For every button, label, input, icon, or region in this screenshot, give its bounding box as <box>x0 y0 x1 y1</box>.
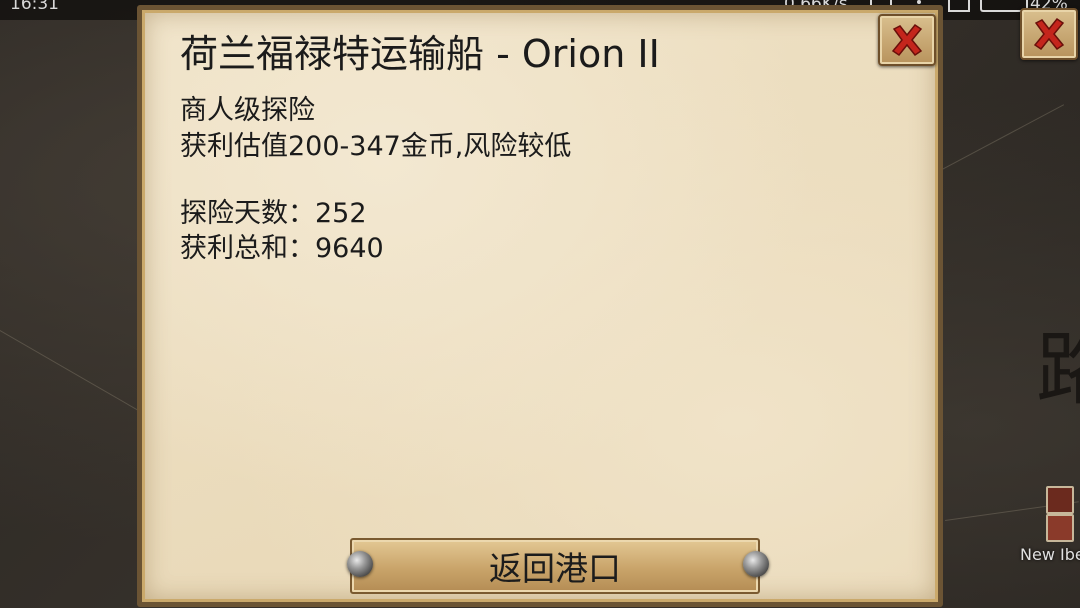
return-to-port-button[interactable]: 返回港口 <box>350 538 760 594</box>
port-flag-icon[interactable] <box>1046 514 1074 542</box>
close-x-icon <box>1033 17 1065 51</box>
map-region-label: 路 <box>1036 323 1080 416</box>
rivet-icon <box>347 551 373 577</box>
ship-info-dialog: 荷兰福禄特运输船 - Orion II 商人级探险 获利估值200-347金币,… <box>137 5 943 607</box>
profit-estimate: 获利估值200-347金币,风险较低 <box>180 131 572 162</box>
map-location-label[interactable]: New Ibe <box>1020 545 1080 564</box>
port-marker-icon[interactable] <box>1046 486 1074 514</box>
notification-icon <box>948 0 970 12</box>
outer-close-button[interactable] <box>1020 8 1078 60</box>
rivet-icon <box>743 551 769 577</box>
voyage-class: 商人级探险 <box>180 95 315 126</box>
voyage-days: 探险天数：252 <box>180 198 367 229</box>
dialog-close-button[interactable] <box>878 14 936 66</box>
dialog-title: 荷兰福禄特运输船 - Orion II <box>180 32 660 76</box>
close-x-icon <box>891 23 923 57</box>
profit-total: 获利总和：9640 <box>180 233 384 264</box>
map-route-line <box>940 104 1065 171</box>
map-route-line <box>0 330 139 411</box>
status-time: 16:31 <box>10 0 59 14</box>
dialog-parchment: 荷兰福禄特运输船 - Orion II 商人级探险 获利估值200-347金币,… <box>142 10 938 602</box>
